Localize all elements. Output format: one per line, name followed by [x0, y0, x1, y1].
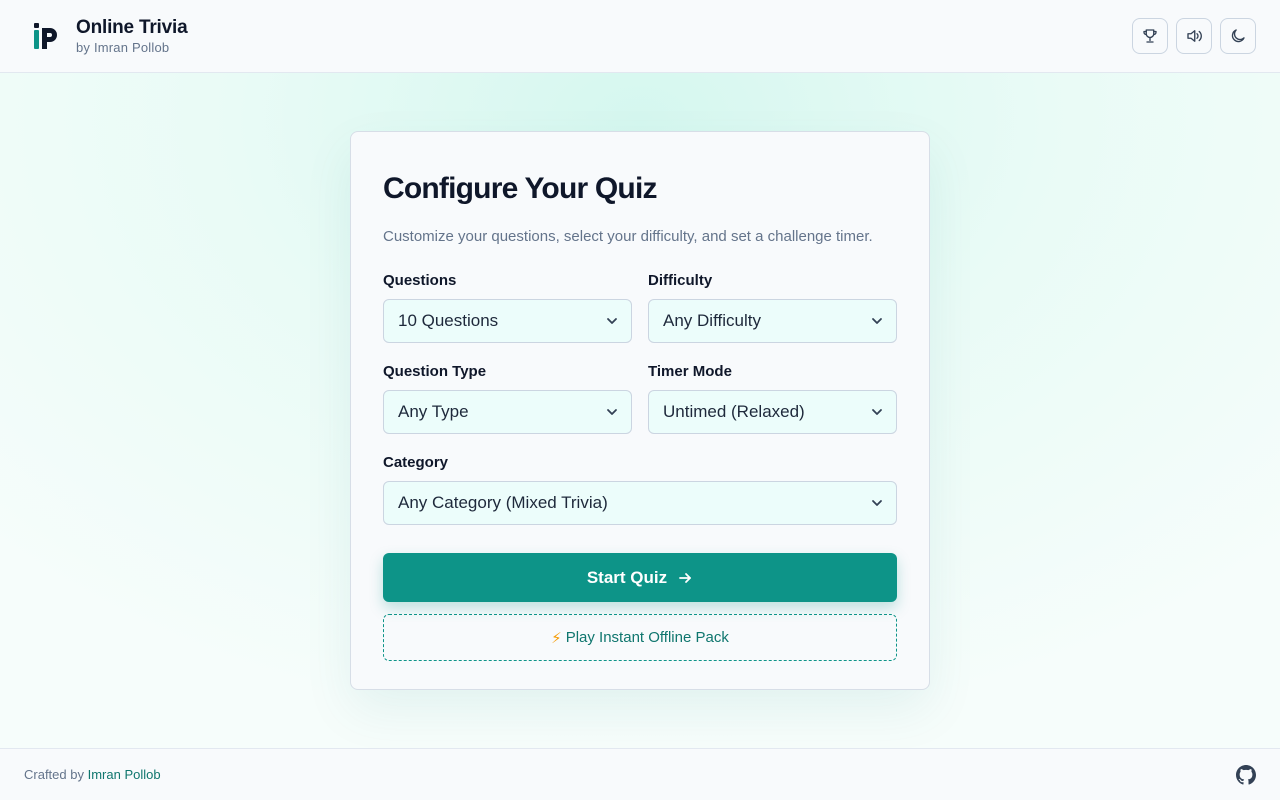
app-footer: Crafted by Imran Pollob [0, 748, 1280, 800]
start-quiz-label: Start Quiz [586, 567, 668, 587]
trophy-icon [1143, 29, 1157, 43]
github-icon[interactable] [1236, 764, 1256, 785]
leaderboard-button[interactable] [1132, 18, 1168, 54]
lightning-icon: ⚡ [551, 629, 562, 647]
header-actions [1132, 18, 1256, 54]
speaker-icon [1187, 30, 1202, 42]
chevron-down-icon [872, 409, 882, 415]
quiz-config-card: Configure Your Quiz Customize your quest… [350, 131, 930, 690]
question-type-select[interactable]: Any Type [383, 390, 632, 434]
author-link[interactable]: Imran Pollob [88, 767, 161, 782]
difficulty-select[interactable]: Any Difficulty [648, 299, 897, 343]
question-type-field: Question Type Any Type [383, 363, 632, 434]
moon-icon [1231, 29, 1245, 43]
category-value: Any Category (Mixed Trivia) [398, 493, 608, 512]
question-type-label: Question Type [383, 363, 487, 380]
footer-credit: Crafted by Imran Pollob [24, 767, 161, 782]
credit-prefix: Crafted by [24, 767, 84, 782]
chevron-down-icon [607, 409, 617, 415]
chevron-down-icon [607, 318, 617, 324]
start-quiz-button[interactable]: Start Quiz [383, 553, 897, 602]
logo-icon [34, 23, 57, 49]
app-subtitle: by Imran Pollob [76, 39, 170, 55]
questions-value: 10 Questions [398, 311, 499, 330]
questions-select[interactable]: 10 Questions [383, 299, 632, 343]
difficulty-field: Difficulty Any Difficulty [648, 272, 897, 343]
chevron-down-icon [872, 500, 882, 506]
difficulty-value: Any Difficulty [663, 311, 761, 330]
app-header: Online Trivia by Imran Pollob [0, 0, 1280, 73]
timer-mode-field: Timer Mode Untimed (Relaxed) [648, 363, 897, 434]
config-grid: Questions 10 Questions Difficulty Any Di… [383, 272, 897, 434]
timer-mode-value: Untimed (Relaxed) [663, 402, 805, 421]
app-title: Online Trivia [76, 16, 188, 38]
category-field: Category Any Category (Mixed Trivia) [383, 454, 897, 525]
question-type-value: Any Type [398, 402, 469, 421]
offline-pack-button[interactable]: ⚡ Play Instant Offline Pack [383, 614, 897, 661]
timer-mode-select[interactable]: Untimed (Relaxed) [648, 390, 897, 434]
arrow-right-icon [679, 572, 692, 583]
sound-toggle-button[interactable] [1176, 18, 1212, 54]
theme-toggle-button[interactable] [1220, 18, 1256, 54]
questions-label: Questions [383, 272, 457, 289]
card-subtitle: Customize your questions, select your di… [383, 228, 873, 245]
timer-mode-label: Timer Mode [648, 363, 732, 380]
questions-field: Questions 10 Questions [383, 272, 632, 343]
difficulty-label: Difficulty [648, 272, 713, 289]
brand[interactable]: Online Trivia by Imran Pollob [32, 16, 188, 56]
offline-pack-label: Play Instant Offline Pack [565, 629, 729, 646]
category-select[interactable]: Any Category (Mixed Trivia) [383, 481, 897, 525]
category-label: Category [383, 454, 449, 471]
card-title: Configure Your Quiz [383, 172, 657, 205]
chevron-down-icon [872, 318, 882, 324]
